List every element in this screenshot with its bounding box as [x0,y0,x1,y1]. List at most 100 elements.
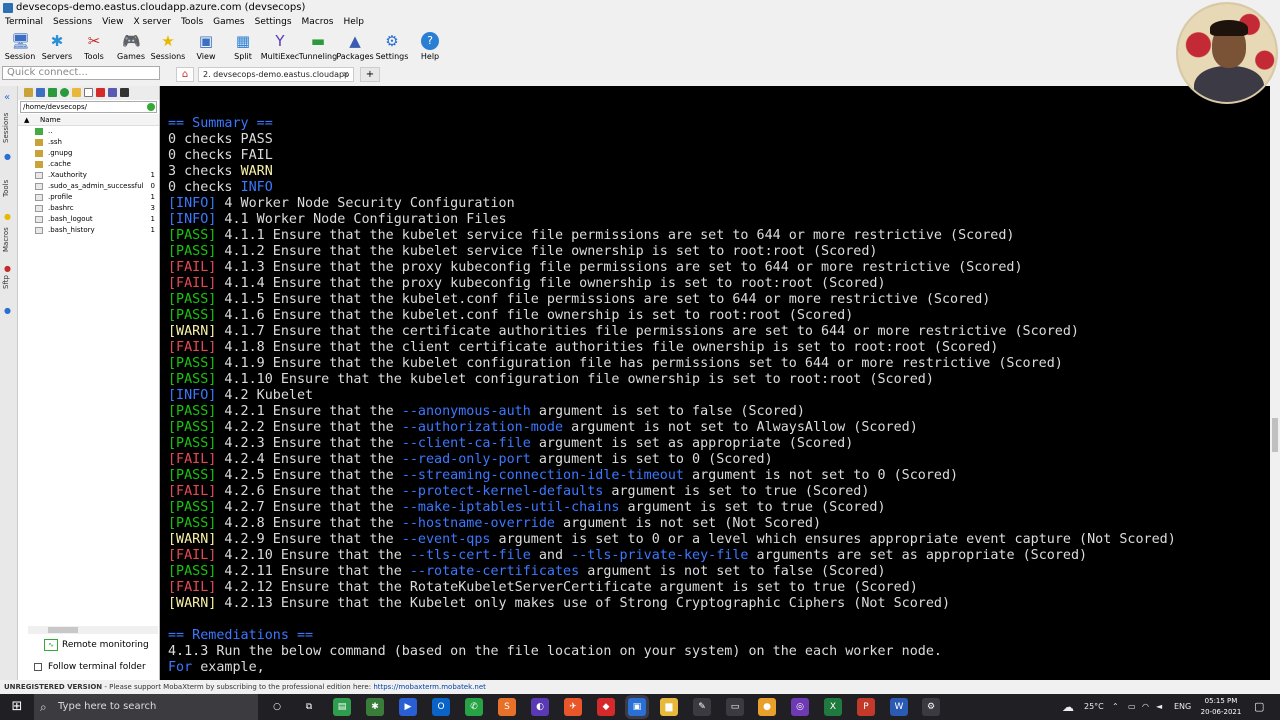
sidebar-tab-sftp[interactable]: Sftp [2,262,16,302]
postman-icon[interactable]: ✈ [564,698,582,716]
toolbar-sessions-button[interactable]: ★ Sessions [148,29,188,63]
new-file-icon[interactable] [84,88,93,97]
follow-folder-checkbox[interactable]: Follow terminal folder [22,660,158,674]
menu-sessions[interactable]: Sessions [48,16,97,29]
terminal-folder-icon[interactable] [120,88,129,97]
sftp-icon[interactable]: ● [4,306,11,315]
chrome-icon[interactable]: ● [758,698,776,716]
toolbar-settings-button[interactable]: ⚙ Settings [372,29,412,63]
tab-session-2[interactable]: 2. devsecops-demo.eastus.cloudapp ✕ [198,67,354,82]
checkbox-icon[interactable] [34,663,42,671]
terminal-scrollbar[interactable] [1270,86,1280,680]
toolbar-packages-button[interactable]: ▲ Packages [335,29,375,63]
tools-icon[interactable]: ✎ [693,698,711,716]
task-view-icon[interactable]: ○ [268,698,286,716]
menu-view[interactable]: View [97,16,128,29]
close-icon[interactable]: ✕ [342,68,349,81]
remote-monitoring-button[interactable]: ∿ Remote monitoring [22,638,152,652]
file-list-item[interactable]: .bash_logout 1 [18,214,159,225]
terminal-icon[interactable]: ▭ [726,698,744,716]
notifications-icon[interactable]: ▢ [1254,694,1264,720]
file-list-item[interactable]: .profile 1 [18,192,159,203]
timeline-icon[interactable]: ⧉ [300,698,318,716]
volume-icon[interactable]: ◄ [1156,694,1162,720]
mobatek-link[interactable]: https://mobaxterm.mobatek.net [373,683,486,691]
remote-desktop-icon[interactable]: ▶ [399,698,417,716]
toolbar-view-button[interactable]: ▣ View [186,29,226,63]
mobaxterm-icon[interactable]: ▣ [628,698,646,716]
scroll-thumb[interactable] [1272,418,1278,452]
new-tab-button[interactable]: + [360,67,380,82]
menu-terminal[interactable]: Terminal [0,16,48,29]
sidebar-tab-tools[interactable]: Tools [2,168,16,208]
file-explorer-icon[interactable]: ▆ [660,698,678,716]
menu-settings[interactable]: Settings [250,16,297,29]
name-column[interactable]: Name [40,116,61,124]
path-input[interactable]: /home/devsecops/ [20,101,157,113]
menu-games[interactable]: Games [208,16,249,29]
toolbar-label: Packages [336,52,374,61]
file-list-item[interactable]: .sudo_as_admin_successful 0 [18,181,159,192]
terminal-output[interactable]: == Summary == 0 checks PASS 0 checks FAIL 3… [160,86,1270,680]
file-list-item[interactable]: .. [18,126,159,137]
toolbar-multiexec-button[interactable]: Y MultiExec [260,29,300,63]
menu-macros[interactable]: Macros [297,16,339,29]
scroll-thumb[interactable] [48,627,78,633]
tray-chevron-icon[interactable]: ⌃ [1112,694,1119,720]
github-icon[interactable]: ◎ [791,698,809,716]
menu-x-server[interactable]: X server [128,16,176,29]
toolbar-games-button[interactable]: 🎮 Games [111,29,151,63]
delete-icon[interactable] [96,88,105,97]
sublime-icon[interactable]: S [498,698,516,716]
upload-icon[interactable] [48,88,57,97]
refresh-icon[interactable] [60,88,69,97]
path-ok-icon[interactable] [147,103,155,111]
sidebar-tab-sessions[interactable]: Sessions [2,108,16,148]
weather-icon[interactable]: ☁ [1062,694,1074,720]
taskbar-search[interactable]: ⌕ Type here to search [34,694,258,720]
powerpoint-icon[interactable]: P [857,698,875,716]
sidebar-tab-macros[interactable]: Macros [2,220,16,260]
up-folder-icon[interactable] [24,88,33,97]
clock[interactable]: 05:15 PM 20-06-2021 [1196,696,1246,718]
file-list-hscroll[interactable] [28,626,158,634]
rename-icon[interactable] [108,88,117,97]
vpn-icon[interactable]: ◐ [531,698,549,716]
toolbar-help-button[interactable]: ? Help [410,29,450,63]
language[interactable]: ENG [1174,694,1191,720]
menu-help[interactable]: Help [338,16,369,29]
word-icon[interactable]: W [890,698,908,716]
excel-icon[interactable]: X [824,698,842,716]
sessions-icon[interactable]: ● [4,152,11,161]
wifi-icon[interactable]: ◠ [1142,694,1149,720]
new-folder-icon[interactable] [72,88,81,97]
app-icon [3,3,13,13]
toolbar-tools-button[interactable]: ✂ Tools [74,29,114,63]
file-list-item[interactable]: .gnupg [18,148,159,159]
file-list-item[interactable]: .bash_history 1 [18,225,159,236]
file-list-item[interactable]: .bashrc 3 [18,203,159,214]
toolbar-tunneling-button[interactable]: ▬ Tunneling [298,29,338,63]
status-tag-warn: [WARN] [168,324,217,339]
notepad-icon[interactable]: ▤ [333,698,351,716]
temperature[interactable]: 25°C [1084,694,1104,720]
pdf-icon[interactable]: ◆ [597,698,615,716]
collapse-sidebar-icon[interactable]: « [4,92,10,103]
download-icon[interactable] [36,88,45,97]
toolbar-split-button[interactable]: ▦ Split [223,29,263,63]
start-button[interactable]: ⊞ [0,694,34,720]
file-list-item[interactable]: .ssh [18,137,159,148]
quick-connect-input[interactable]: Quick connect... [2,66,160,80]
file-list-item[interactable]: .Xauthority 1 [18,170,159,181]
settings-icon[interactable]: ⚙ [922,698,940,716]
whatsapp-icon[interactable]: ✆ [465,698,483,716]
home-tab[interactable]: ⌂ [176,67,194,82]
network-icon[interactable]: ▭ [1128,694,1136,720]
toolbar-session-button[interactable]: 🖥 Session [0,29,40,63]
app-icon[interactable]: ✱ [366,698,384,716]
outlook-icon[interactable]: O [432,698,450,716]
menu-tools[interactable]: Tools [176,16,208,29]
file-list-item[interactable]: .cache [18,159,159,170]
toolbar-servers-button[interactable]: ✱ Servers [37,29,77,63]
file-list-header[interactable]: ▲ Name [18,114,159,126]
